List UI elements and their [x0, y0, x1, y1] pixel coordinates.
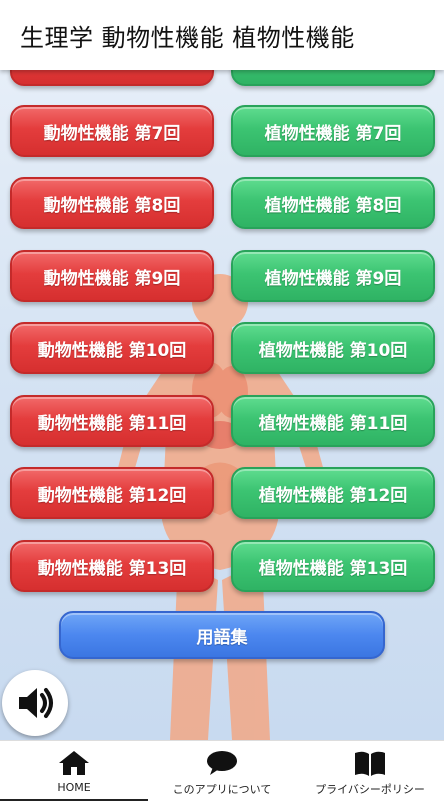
app-bar: 生理学 動物性機能 植物性機能 — [0, 0, 444, 70]
glossary-button[interactable]: 用語集 — [59, 611, 385, 659]
plant-function-button-7[interactable]: 植物性機能 第7回 — [231, 105, 435, 157]
sound-toggle-button[interactable] — [2, 670, 68, 736]
nav-home-label: HOME — [57, 781, 91, 794]
nav-privacy-label: プライバシーポリシー — [315, 783, 425, 796]
animal-function-button-9[interactable]: 動物性機能 第9回 — [10, 250, 214, 302]
bottom-navigation: HOME このアプリについて プライバシーポリシー — [0, 740, 444, 801]
animal-function-button-11[interactable]: 動物性機能 第11回 — [10, 395, 214, 447]
animal-function-button-10[interactable]: 動物性機能 第10回 — [10, 322, 214, 374]
nav-home[interactable]: HOME — [0, 741, 148, 801]
nav-privacy[interactable]: プライバシーポリシー — [296, 741, 444, 801]
animal-function-button-partial[interactable] — [10, 70, 214, 86]
animal-function-button-7[interactable]: 動物性機能 第7回 — [10, 105, 214, 157]
plant-function-button-11[interactable]: 植物性機能 第11回 — [231, 395, 435, 447]
plant-function-button-10[interactable]: 植物性機能 第10回 — [231, 322, 435, 374]
plant-function-button-13[interactable]: 植物性機能 第13回 — [231, 540, 435, 592]
chat-bubble-icon — [207, 751, 237, 775]
speaker-icon — [19, 688, 53, 718]
plant-function-button-8[interactable]: 植物性機能 第8回 — [231, 177, 435, 229]
plant-function-button-partial[interactable] — [231, 70, 435, 86]
plant-function-button-9[interactable]: 植物性機能 第9回 — [231, 250, 435, 302]
animal-function-button-12[interactable]: 動物性機能 第12回 — [10, 467, 214, 519]
book-icon — [355, 751, 385, 776]
page-title: 生理学 動物性機能 植物性機能 — [20, 24, 355, 52]
nav-about-label: このアプリについて — [172, 783, 272, 796]
main-content[interactable]: 動物性機能 第7回 植物性機能 第7回 動物性機能 第8回 植物性機能 第8回 … — [0, 70, 444, 740]
home-icon — [59, 751, 89, 775]
animal-function-button-13[interactable]: 動物性機能 第13回 — [10, 540, 214, 592]
plant-function-button-12[interactable]: 植物性機能 第12回 — [231, 467, 435, 519]
animal-function-button-8[interactable]: 動物性機能 第8回 — [10, 177, 214, 229]
nav-about[interactable]: このアプリについて — [148, 741, 296, 801]
